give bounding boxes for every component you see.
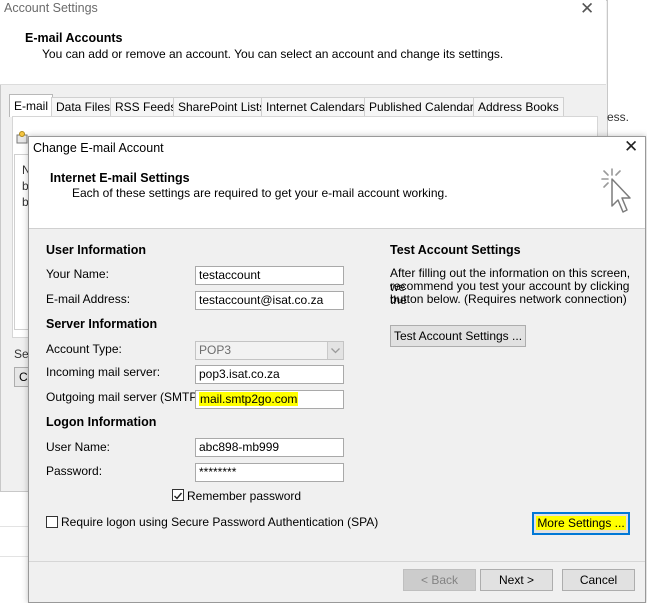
account-settings-header-subtitle: You can add or remove an account. You ca… [42, 47, 504, 61]
dialog-header-title: Internet E-mail Settings [50, 171, 190, 185]
tab-sharepoint-lists[interactable]: SharePoint Lists [173, 97, 271, 116]
account-type-value: POP3 [199, 343, 232, 357]
email-address-input[interactable]: testaccount@isat.co.za [195, 291, 344, 310]
user-name-input[interactable]: abc898-mb999 [195, 438, 344, 457]
test-account-settings-heading: Test Account Settings [390, 243, 521, 257]
more-settings-label: More Settings ... [536, 516, 626, 530]
tab-published-calendars[interactable]: Published Calendars [364, 97, 485, 116]
dialog-title: Change E-mail Account [33, 141, 164, 155]
email-address-label: E-mail Address: [46, 292, 131, 306]
back-button[interactable]: < Back [403, 569, 476, 591]
remember-password-checkbox[interactable] [172, 489, 184, 501]
footer-divider [29, 561, 645, 562]
incoming-server-input[interactable]: pop3.isat.co.za [195, 365, 344, 384]
close-icon[interactable]: ✕ [580, 0, 594, 19]
check-icon [174, 492, 183, 500]
cancel-button[interactable]: Cancel [562, 569, 635, 591]
account-type-label: Account Type: [46, 342, 122, 356]
password-label: Password: [46, 464, 103, 478]
outgoing-server-input[interactable]: mail.smtp2go.com [195, 390, 344, 409]
tab-data-files[interactable]: Data Files [51, 97, 116, 116]
account-type-select: POP3 [195, 341, 344, 360]
more-settings-button[interactable]: More Settings ... [532, 512, 630, 535]
spa-checkbox[interactable] [46, 516, 58, 528]
cursor-click-icon [598, 166, 638, 216]
tab-email[interactable]: E-mail [9, 94, 54, 117]
divider [0, 526, 28, 527]
chevron-down-icon [327, 342, 343, 359]
tab-address-books[interactable]: Address Books [473, 97, 564, 116]
next-button[interactable]: Next > [480, 569, 553, 591]
outgoing-server-label: Outgoing mail server (SMTP): [46, 390, 205, 404]
account-settings-text: ess. [607, 110, 630, 124]
close-icon[interactable]: ✕ [624, 137, 638, 157]
user-information-heading: User Information [46, 243, 147, 257]
dialog-header-subtitle: Each of these settings are required to g… [72, 186, 448, 200]
divider [0, 556, 28, 557]
logon-information-heading: Logon Information [46, 415, 157, 429]
remember-password-label: Remember password [187, 489, 302, 503]
incoming-server-label: Incoming mail server: [46, 365, 161, 379]
tab-internet-calendars[interactable]: Internet Calendars [261, 97, 370, 116]
password-input[interactable]: ******** [195, 463, 344, 482]
user-name-label: User Name: [46, 440, 111, 454]
outgoing-server-value: mail.smtp2go.com [199, 392, 299, 406]
account-settings-header-title: E-mail Accounts [25, 31, 123, 45]
server-information-heading: Server Information [46, 317, 158, 331]
your-name-label: Your Name: [46, 267, 109, 281]
tab-rss-feeds[interactable]: RSS Feeds [110, 97, 182, 116]
test-settings-description: button below. (Requires network connecti… [390, 292, 627, 306]
spa-label: Require logon using Secure Password Auth… [61, 515, 379, 529]
test-account-settings-button[interactable]: Test Account Settings ... [390, 325, 526, 347]
account-settings-title: Account Settings [4, 1, 98, 15]
your-name-input[interactable]: testaccount [195, 266, 344, 285]
